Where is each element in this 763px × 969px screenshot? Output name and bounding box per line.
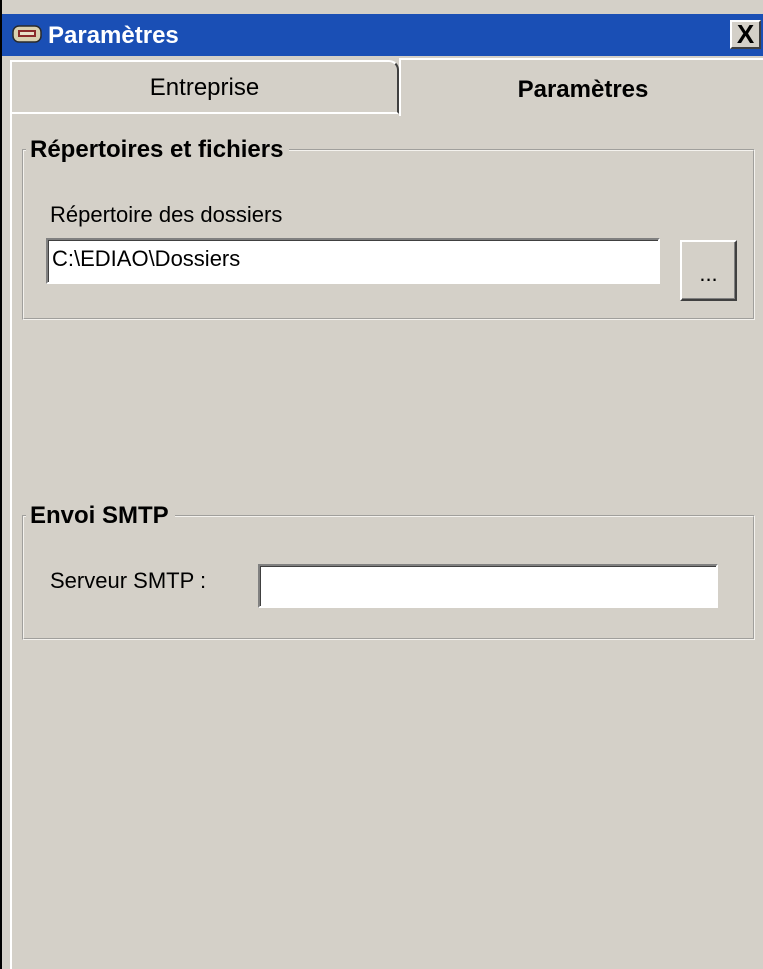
tab-entreprise-label: Entreprise — [149, 74, 260, 101]
browse-label: ... — [699, 261, 718, 286]
window-title: Paramètres — [48, 22, 179, 49]
settings-window: Paramètres X Entreprise Paramètres Réper… — [0, 0, 763, 969]
close-icon: X — [736, 19, 755, 49]
folder-directory-label: Répertoire des dossiers — [50, 202, 283, 227]
tab-entreprise[interactable]: Entreprise — [10, 60, 399, 114]
tab-parametres[interactable]: Paramètres — [399, 58, 763, 116]
app-icon — [12, 25, 42, 43]
browse-folder-button[interactable]: ... — [680, 240, 737, 301]
title-bar[interactable]: Paramètres X — [2, 14, 763, 56]
directories-group: Répertoires et fichiers — [22, 136, 755, 320]
tab-parametres-label: Paramètres — [517, 76, 649, 103]
smtp-server-input[interactable] — [258, 564, 718, 608]
close-button[interactable]: X — [730, 20, 761, 49]
folder-directory-input[interactable]: C:\EDIAO\Dossiers — [46, 238, 660, 284]
directories-group-title: Répertoires et fichiers — [30, 136, 284, 163]
smtp-server-label: Serveur SMTP : — [50, 568, 207, 593]
smtp-group-title: Envoi SMTP — [30, 502, 169, 529]
